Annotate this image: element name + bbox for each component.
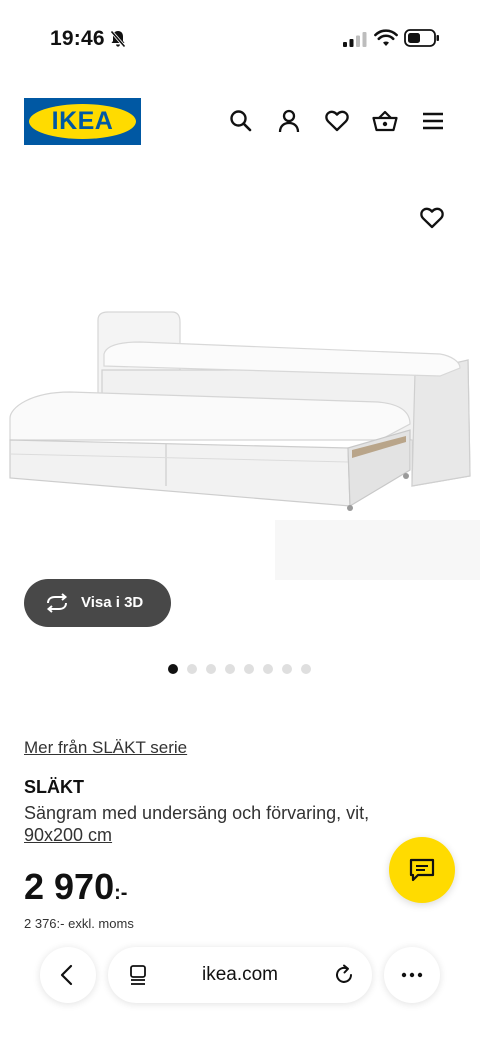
status-time: 19:46 — [50, 27, 105, 50]
back-button[interactable] — [40, 947, 96, 1003]
search-icon[interactable] — [228, 108, 254, 134]
status-bar: 19:46 — [0, 0, 480, 78]
chat-button[interactable] — [389, 837, 455, 903]
browser-toolbar: ikea.com — [0, 930, 480, 1044]
price-ex-vat: 2 376:- exkl. moms — [24, 916, 134, 930]
rotate-3d-icon — [46, 593, 68, 613]
pagination-dot[interactable] — [244, 664, 254, 674]
pagination-dot[interactable] — [263, 664, 273, 674]
product-image[interactable] — [0, 290, 480, 590]
image-pagination — [168, 664, 311, 676]
more-button[interactable] — [384, 947, 440, 1003]
menu-icon[interactable] — [420, 108, 446, 134]
product-price: 2 970:- — [24, 866, 127, 908]
pagination-dot[interactable] — [187, 664, 197, 674]
reload-icon[interactable] — [332, 963, 356, 987]
product-name: SLÄKT — [24, 777, 84, 797]
price-suffix: :- — [114, 882, 128, 904]
wishlist-heart-icon[interactable] — [419, 205, 445, 231]
address-bar[interactable]: ikea.com — [108, 947, 372, 1003]
wifi-icon — [374, 29, 398, 46]
price-main: 2 970 — [24, 866, 115, 907]
site-header: IKEA — [0, 96, 480, 148]
view-3d-button[interactable]: Visa i 3D — [24, 579, 171, 627]
pagination-dot[interactable] — [168, 664, 178, 674]
bell-off-icon — [110, 30, 126, 48]
chat-icon — [409, 858, 435, 882]
pagination-dot[interactable] — [206, 664, 216, 674]
logo-text: IKEA — [51, 107, 114, 135]
account-icon[interactable] — [276, 108, 302, 134]
chevron-left-icon — [60, 964, 73, 986]
product-description: Sängram med undersäng och förvaring, vit… — [24, 803, 370, 823]
more-dots-icon — [401, 972, 423, 978]
ikea-logo[interactable]: IKEA — [24, 98, 141, 145]
view-3d-label: Visa i 3D — [81, 594, 144, 611]
battery-icon — [404, 29, 439, 47]
signal-icon — [343, 32, 367, 47]
basket-icon[interactable] — [372, 108, 398, 134]
pagination-dot[interactable] — [282, 664, 292, 674]
product-size-link[interactable]: 90x200 cm — [24, 825, 112, 846]
heart-icon[interactable] — [324, 108, 350, 134]
pagination-dot[interactable] — [225, 664, 235, 674]
series-link[interactable]: Mer från SLÄKT serie — [24, 738, 187, 758]
pagination-dot[interactable] — [301, 664, 311, 674]
